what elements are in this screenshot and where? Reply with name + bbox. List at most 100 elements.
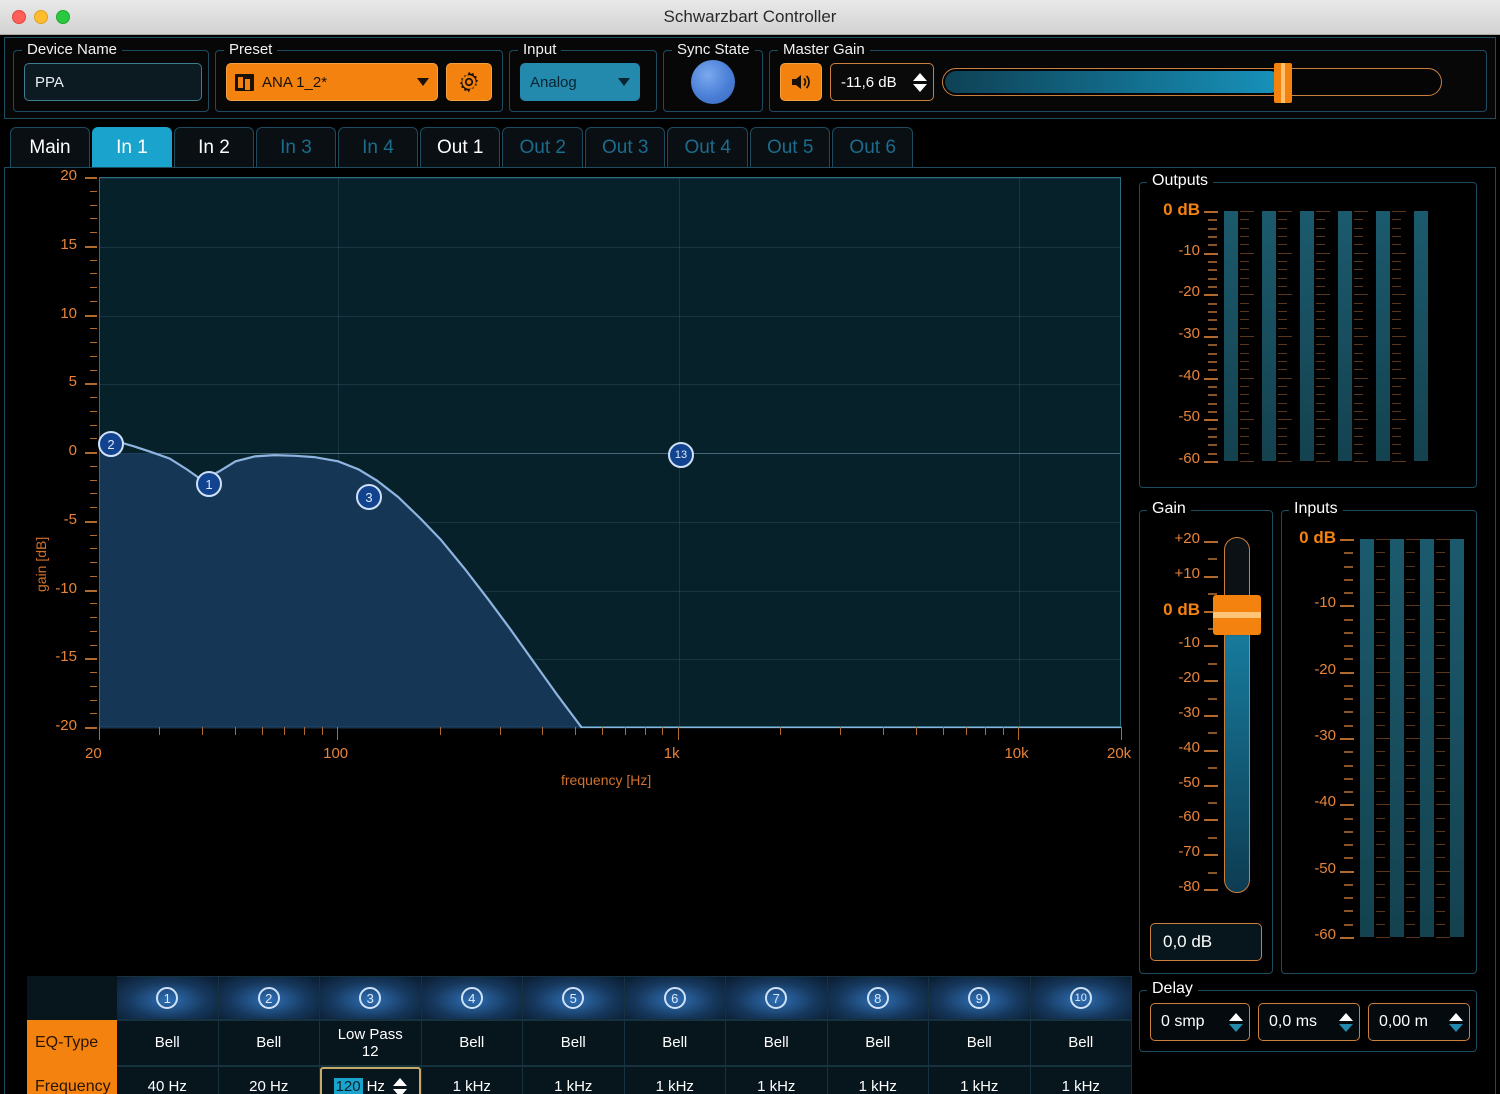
eq-band-header-3[interactable]: 3 — [320, 976, 422, 1020]
stepper-down-icon[interactable] — [913, 83, 927, 92]
eq-band-header-8[interactable]: 8 — [827, 976, 929, 1020]
inputs-panel: Inputs 0 dB -10 -20 -30 -40 -50 -60 — [1281, 500, 1477, 974]
tab-in-2[interactable]: In 2 — [174, 127, 254, 167]
gain-value-field[interactable]: 0,0 dB — [1150, 923, 1262, 961]
stepper-arrows[interactable] — [913, 72, 927, 92]
stepper-up-icon[interactable] — [1449, 1012, 1463, 1021]
meter-scale-label: 0 dB — [1163, 200, 1200, 219]
eq-band-header-9[interactable]: 9 — [929, 976, 1031, 1020]
eq-cell-frequency-8[interactable]: 1 kHz — [827, 1066, 929, 1094]
gain-fader-track[interactable] — [1224, 537, 1250, 893]
eq-cell-frequency-4[interactable]: 1 kHz — [421, 1066, 523, 1094]
eq-cell-frequency-3[interactable]: 120 Hz — [320, 1066, 422, 1094]
stepper-down-icon[interactable] — [1339, 1023, 1353, 1032]
eq-cell-type-1[interactable]: Bell — [117, 1020, 219, 1066]
tab-out-4[interactable]: Out 4 — [667, 127, 748, 167]
stepper-up-icon[interactable] — [392, 1077, 407, 1086]
eq-band-header-7[interactable]: 7 — [726, 976, 828, 1020]
eq-cell-type-6[interactable]: Bell — [624, 1020, 726, 1066]
meter-tick — [1340, 738, 1354, 740]
stepper-arrows[interactable] — [1229, 1012, 1243, 1032]
eq-band-header-4[interactable]: 4 — [421, 976, 523, 1020]
x-tick-mark-minor — [499, 727, 501, 735]
y-tick-mark-minor — [90, 465, 97, 467]
eq-cell-frequency-1[interactable]: 40 Hz — [117, 1066, 219, 1094]
eq-cell-frequency-9[interactable]: 1 kHz — [929, 1066, 1031, 1094]
stepper-up-icon[interactable] — [913, 72, 927, 81]
tab-main[interactable]: Main — [10, 127, 90, 167]
gain-fader-thumb[interactable] — [1213, 595, 1261, 635]
device-name-input[interactable]: PPA — [24, 63, 202, 101]
eq-cell-value: Bell — [662, 1034, 688, 1052]
gain-scale-label: +20 — [1174, 530, 1200, 547]
eq-cell-value: Bell — [1068, 1034, 1094, 1052]
tab-in-4[interactable]: In 4 — [338, 127, 418, 167]
meter-bar — [1300, 211, 1314, 461]
stepper-down-icon[interactable] — [392, 1088, 407, 1094]
tab-out-6[interactable]: Out 6 — [832, 127, 913, 167]
tab-out-2[interactable]: Out 2 — [502, 127, 583, 167]
tab-out-3[interactable]: Out 3 — [584, 127, 666, 167]
meter-bar-scale — [1278, 211, 1292, 462]
mute-button[interactable] — [780, 63, 822, 101]
eq-graph[interactable]: gain [dB] 20 15 10 5 0 -5 -10 -15 -20 2 1 3 13 20 10… — [11, 167, 1131, 972]
eq-cell-type-5[interactable]: Bell — [523, 1020, 625, 1066]
x-axis-label: frequency [Hz] — [561, 772, 652, 788]
eq-band-header-1[interactable]: 1 — [117, 976, 219, 1020]
eq-cell-frequency-10[interactable]: 1 kHz — [1030, 1066, 1132, 1094]
y-tick-mark — [85, 727, 97, 729]
stepper-arrows[interactable] — [392, 1077, 407, 1094]
meter-tick-minor — [1344, 764, 1353, 767]
eq-band-header-10[interactable]: 10 — [1030, 976, 1132, 1020]
eq-handle-1[interactable]: 1 — [196, 471, 222, 497]
eq-cell-type-4[interactable]: Bell — [421, 1020, 523, 1066]
stepper-up-icon[interactable] — [1229, 1012, 1243, 1021]
y-tick-label: 15 — [60, 235, 77, 253]
master-gain-slider[interactable] — [942, 63, 1442, 103]
delay-ms-stepper[interactable]: 0,0 ms — [1258, 1003, 1360, 1041]
eq-handle-2[interactable]: 2 — [98, 431, 124, 457]
y-tick-label: -15 — [55, 648, 77, 666]
input-dropdown[interactable]: Analog — [520, 63, 640, 101]
frequency-selected-text: 120 — [333, 1078, 363, 1094]
tab-bar[interactable]: Main In 1 In 2 In 3 In 4 Out 1 Out 2 Out 3 Out 4… — [10, 125, 1494, 167]
stepper-down-icon[interactable] — [1229, 1023, 1243, 1032]
stepper-arrows[interactable] — [1339, 1012, 1353, 1032]
eq-cell-frequency-2[interactable]: 20 Hz — [218, 1066, 320, 1094]
delay-samples-stepper[interactable]: 0 smp — [1150, 1003, 1250, 1041]
stepper-arrows[interactable] — [1449, 1012, 1463, 1032]
frequency-edit-field[interactable]: 120 Hz — [320, 1067, 421, 1094]
gain-scale-label: 0 dB — [1163, 599, 1200, 619]
eq-cell-type-8[interactable]: Bell — [827, 1020, 929, 1066]
eq-cell-type-2[interactable]: Bell — [218, 1020, 320, 1066]
tab-out-5[interactable]: Out 5 — [749, 127, 831, 167]
master-gain-slider-thumb[interactable] — [1274, 63, 1292, 103]
eq-parameter-table[interactable]: 1 2 3 4 5 6 7 8 9 10 EQ-Type Bell Bell Low Pass 12 Bel… — [27, 976, 1132, 1094]
stepper-up-icon[interactable] — [1339, 1012, 1353, 1021]
gain-scale-label: -30 — [1178, 704, 1200, 721]
tab-out-1[interactable]: Out 1 — [420, 127, 501, 167]
eq-cell-type-3[interactable]: Low Pass 12 — [320, 1020, 422, 1066]
eq-cell-type-10[interactable]: Bell — [1030, 1020, 1132, 1066]
eq-handle-13[interactable]: 13 — [668, 442, 694, 468]
master-gain-value-stepper[interactable]: -11,6 dB — [830, 63, 934, 101]
meter-scale-label: -30 — [1314, 727, 1336, 744]
stepper-down-icon[interactable] — [1449, 1023, 1463, 1032]
eq-cell-type-7[interactable]: Bell — [726, 1020, 828, 1066]
tab-in-1[interactable]: In 1 — [92, 127, 172, 167]
preset-settings-button[interactable] — [446, 63, 492, 101]
eq-band-header-2[interactable]: 2 — [218, 976, 320, 1020]
eq-cell-frequency-5[interactable]: 1 kHz — [523, 1066, 625, 1094]
meter-tick-minor — [1344, 883, 1353, 886]
y-tick-mark-minor — [90, 204, 97, 206]
eq-band-header-5[interactable]: 5 — [523, 976, 625, 1020]
eq-plot-area[interactable]: 2 1 3 13 — [98, 177, 1122, 729]
tab-in-3[interactable]: In 3 — [256, 127, 336, 167]
eq-cell-type-9[interactable]: Bell — [929, 1020, 1031, 1066]
preset-dropdown[interactable]: ANA 1_2* — [226, 63, 438, 101]
eq-band-header-6[interactable]: 6 — [624, 976, 726, 1020]
delay-meters-stepper[interactable]: 0,00 m — [1368, 1003, 1470, 1041]
eq-cell-frequency-6[interactable]: 1 kHz — [624, 1066, 726, 1094]
eq-handle-3[interactable]: 3 — [356, 484, 382, 510]
eq-cell-frequency-7[interactable]: 1 kHz — [726, 1066, 828, 1094]
